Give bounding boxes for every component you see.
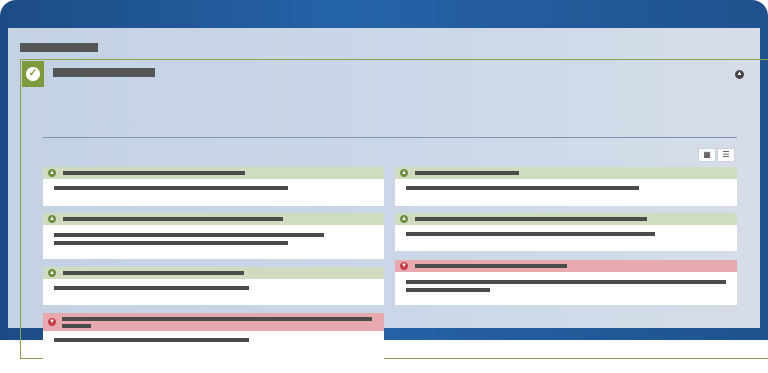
- chevron-up-icon[interactable]: ▲: [48, 215, 56, 223]
- list-view-button[interactable]: ☰: [717, 148, 735, 162]
- chevron-up-icon[interactable]: ▲: [400, 169, 408, 177]
- card-title-placeholder: [62, 317, 372, 321]
- card-header[interactable]: ▲: [395, 167, 737, 179]
- card-text-placeholder: [54, 286, 249, 290]
- card-title-placeholder: [63, 217, 283, 221]
- page-title-placeholder: [20, 43, 98, 52]
- list-icon: ☰: [722, 150, 730, 159]
- chevron-up-icon[interactable]: ▲: [400, 215, 408, 223]
- panel-status-badge: ✓: [22, 61, 44, 87]
- check-icon: ✓: [26, 67, 40, 81]
- grid-icon: ▦: [703, 150, 711, 159]
- card-text-placeholder: [406, 186, 639, 190]
- chevron-up-icon[interactable]: ▲: [735, 70, 744, 79]
- card-text-placeholder: [406, 232, 655, 236]
- card-text-placeholder: [54, 241, 288, 245]
- panel-title-placeholder: [53, 68, 155, 77]
- result-card[interactable]: ▲: [395, 167, 737, 206]
- results-panel: ✓ ▲ ▦ ☰ ▲ ▲ ▲ ▼ ▲ ▲ ▼: [20, 59, 768, 373]
- chevron-up-icon[interactable]: ▲: [48, 169, 56, 177]
- result-card[interactable]: ▲: [43, 213, 384, 259]
- card-text-placeholder: [54, 186, 288, 190]
- result-card[interactable]: ▼: [395, 260, 737, 305]
- result-card[interactable]: ▲: [43, 267, 384, 305]
- card-header[interactable]: ▼: [43, 313, 384, 331]
- card-title-placeholder: [63, 171, 245, 175]
- card-header[interactable]: ▲: [43, 167, 384, 179]
- chevron-up-icon[interactable]: ▲: [48, 269, 56, 277]
- card-title-placeholder: [63, 271, 244, 275]
- result-card[interactable]: ▲: [43, 167, 384, 206]
- result-card[interactable]: ▼: [43, 313, 384, 373]
- card-header[interactable]: ▲: [43, 213, 384, 225]
- card-title-placeholder: [415, 217, 647, 221]
- grid-view-button[interactable]: ▦: [698, 148, 716, 162]
- panel-divider: [43, 137, 737, 138]
- view-toggle: ▦ ☰: [698, 148, 735, 162]
- card-header[interactable]: ▼: [395, 260, 737, 272]
- result-card[interactable]: ▲: [395, 213, 737, 251]
- card-text-placeholder: [406, 288, 490, 292]
- card-title-placeholder: [62, 324, 91, 328]
- card-text-placeholder: [54, 338, 249, 342]
- card-header[interactable]: ▲: [395, 213, 737, 225]
- chevron-down-icon[interactable]: ▼: [48, 318, 56, 326]
- card-text-placeholder: [54, 233, 324, 237]
- card-title-placeholder: [415, 264, 567, 268]
- app-screen: ✓ ▲ ▦ ☰ ▲ ▲ ▲ ▼ ▲ ▲ ▼: [8, 28, 768, 373]
- chevron-down-icon[interactable]: ▼: [400, 262, 408, 270]
- card-header[interactable]: ▲: [43, 267, 384, 279]
- card-text-placeholder: [406, 280, 726, 284]
- card-title-placeholder: [415, 171, 519, 175]
